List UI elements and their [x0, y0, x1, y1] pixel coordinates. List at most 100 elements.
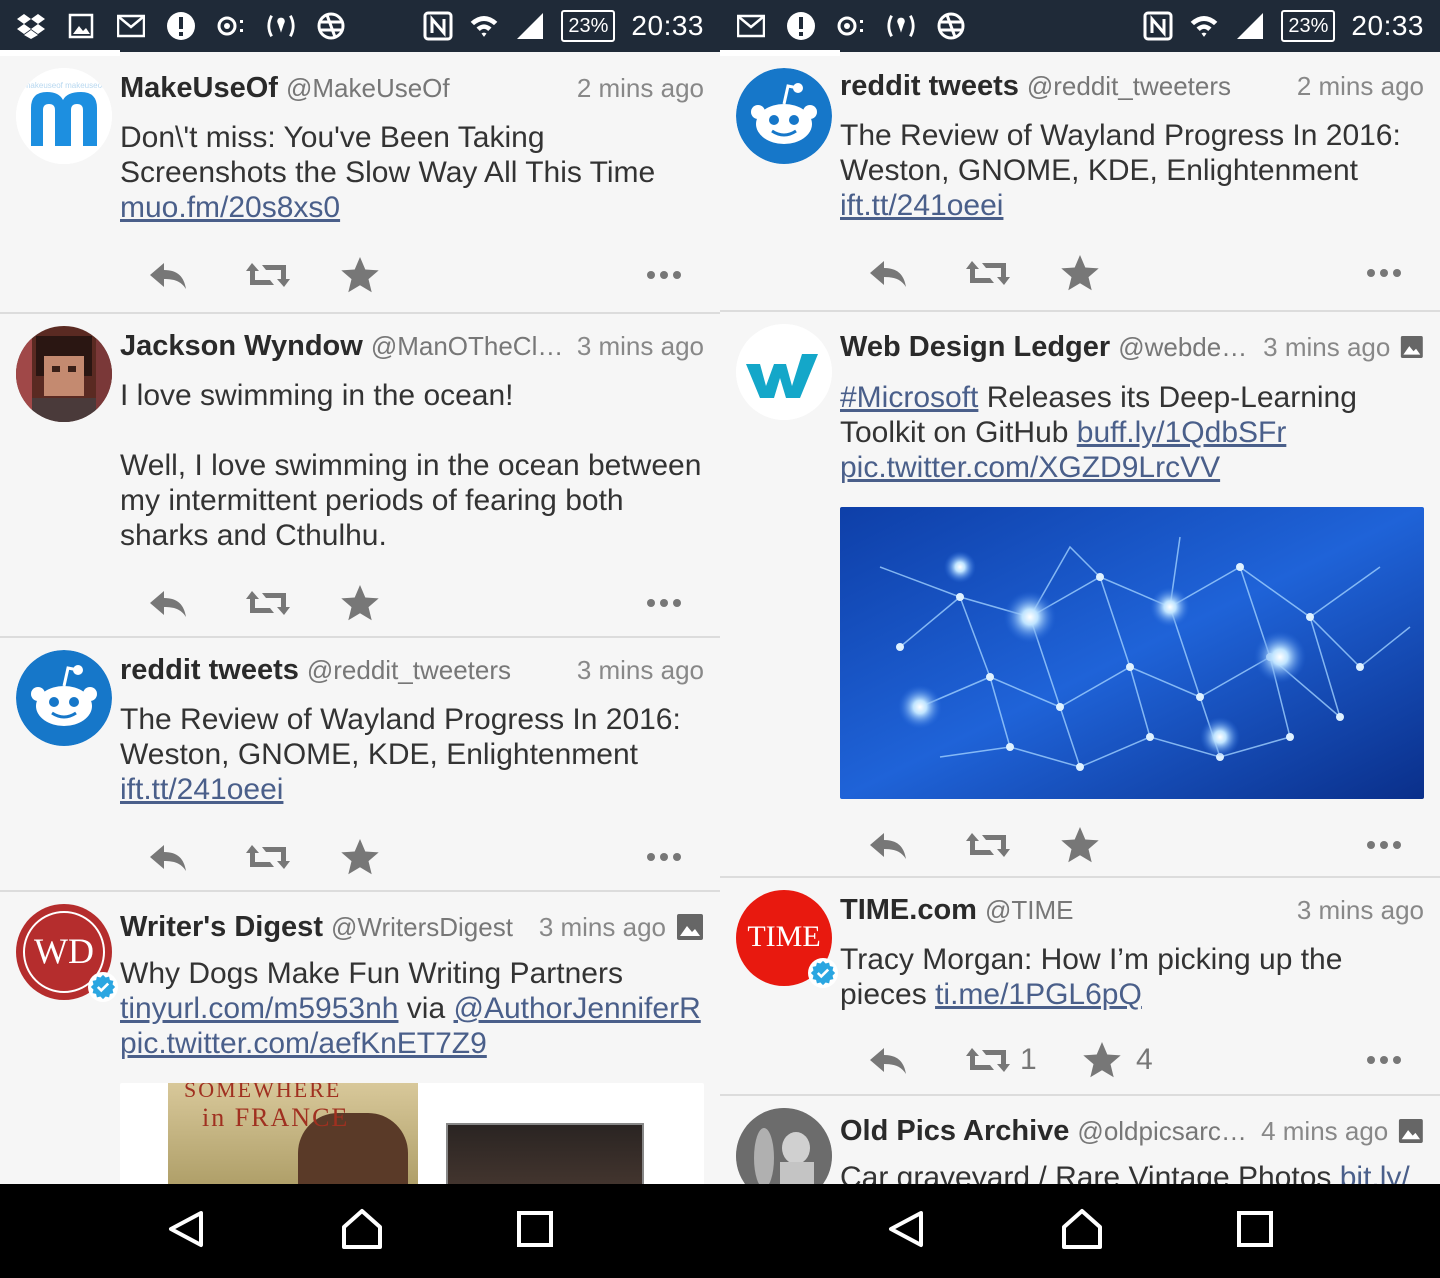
favorite-icon: [1082, 1040, 1122, 1080]
nfc-icon: [423, 11, 453, 41]
home-icon[interactable]: [340, 1207, 384, 1256]
author-handle[interactable]: @MakeUseOf: [286, 73, 450, 104]
avatar[interactable]: [736, 1108, 832, 1184]
timeline[interactable]: makeuseof makeuseof MakeUseOf @MakeUseOf…: [0, 56, 720, 1184]
author-handle[interactable]: @oldpicsarchive: [1077, 1116, 1253, 1147]
author-name[interactable]: Web Design Ledger: [840, 331, 1110, 364]
author-handle[interactable]: @webdesig…: [1118, 332, 1255, 363]
tweet-link[interactable]: tinyurl.com/m5953nh: [120, 992, 398, 1025]
neural-network-image: [840, 507, 1424, 799]
retweet-count: 1: [1020, 1043, 1037, 1076]
more-icon[interactable]: [646, 270, 682, 280]
author-name[interactable]: Writer's Digest: [120, 911, 323, 944]
reply-icon[interactable]: [148, 841, 244, 873]
favorite-button[interactable]: 4: [1082, 1040, 1200, 1080]
tweet[interactable]: Web Design Ledger @webdesig… 3 mins ago …: [720, 312, 1440, 878]
retweet-icon[interactable]: [244, 587, 340, 619]
timeline[interactable]: reddit tweets @reddit_tweeters 2 mins ag…: [720, 56, 1440, 1184]
tweet[interactable]: makeuseof makeuseof MakeUseOf @MakeUseOf…: [0, 56, 720, 314]
status-bar: 23% 20:33: [720, 0, 1440, 52]
reply-icon[interactable]: [148, 259, 244, 291]
tweet-text: The Review of Wayland Progress In 2016: …: [840, 118, 1424, 223]
author-name[interactable]: TIME.com: [840, 894, 977, 927]
author-handle[interactable]: @reddit_tweeters: [1027, 71, 1231, 102]
gallery-icon: [66, 11, 96, 41]
tweet[interactable]: reddit tweets @reddit_tweeters 2 mins ag…: [720, 56, 1440, 312]
tweet[interactable]: WD Writer's Digest @WritersDigest 3 mins…: [0, 892, 720, 1184]
verified-icon: [808, 958, 838, 988]
timestamp: 3 mins ago: [576, 655, 704, 685]
image-icon: [676, 913, 704, 941]
favorite-icon[interactable]: [340, 837, 436, 877]
tweet-actions: [120, 813, 704, 901]
avatar[interactable]: makeuseof makeuseof: [16, 68, 112, 164]
timestamp: 2 mins ago: [1296, 71, 1424, 101]
avatar[interactable]: [16, 326, 112, 422]
vpn-icon: [316, 11, 346, 41]
avatar[interactable]: [736, 68, 832, 164]
tweet-link[interactable]: buff.ly/1QdbSFr: [1077, 416, 1287, 449]
more-icon[interactable]: [1366, 268, 1402, 278]
retweet-icon[interactable]: [244, 841, 340, 873]
tweet-actions: 1 4: [840, 1016, 1424, 1104]
tweet-link[interactable]: bit.ly/: [1340, 1161, 1410, 1184]
retweet-icon[interactable]: [964, 829, 1060, 861]
reply-icon[interactable]: [868, 257, 964, 289]
tweet-body: The Review of Wayland Progress In 2016: …: [120, 703, 681, 771]
more-icon[interactable]: [1366, 1055, 1402, 1065]
tweet-actions: [840, 801, 1424, 889]
home-icon[interactable]: [1060, 1207, 1104, 1256]
tweet-link[interactable]: ift.tt/241oeei: [840, 189, 1003, 222]
author-handle[interactable]: @reddit_tweeters: [307, 655, 511, 686]
tweet-body: I love swimming in the ocean!: [120, 379, 514, 412]
tweet-link[interactable]: muo.fm/20s8xs0: [120, 191, 340, 224]
more-icon[interactable]: [646, 598, 682, 608]
avatar[interactable]: [16, 650, 112, 746]
reply-icon[interactable]: [868, 1044, 964, 1076]
retweet-icon[interactable]: [244, 259, 340, 291]
tweet-link[interactable]: ift.tt/241oeei: [120, 773, 283, 806]
more-icon[interactable]: [1366, 840, 1402, 850]
recents-icon[interactable]: [517, 1210, 554, 1252]
mention-link[interactable]: @AuthorJenniferR: [454, 992, 701, 1025]
favorite-icon[interactable]: [340, 583, 436, 623]
author-name[interactable]: reddit tweets: [120, 654, 299, 687]
retweet-icon[interactable]: [964, 257, 1060, 289]
avatar[interactable]: [736, 324, 832, 420]
tweet-link[interactable]: ti.me/1PGL6pQ: [935, 978, 1142, 1011]
tweet-media[interactable]: [840, 507, 1424, 799]
tweet-text: The Review of Wayland Progress In 2016: …: [120, 702, 704, 807]
retweet-button[interactable]: 1: [964, 1043, 1082, 1077]
nfc-icon: [1143, 11, 1173, 41]
author-handle[interactable]: @TIME: [985, 895, 1074, 926]
reply-icon[interactable]: [148, 587, 244, 619]
author-name[interactable]: Old Pics Archive: [840, 1115, 1069, 1148]
tweet-text: Tracy Morgan: How I’m picking up the pie…: [840, 942, 1424, 1012]
book-title: SOMEWHERE: [184, 1083, 342, 1102]
back-icon[interactable]: [887, 1209, 927, 1254]
tweet[interactable]: Old Pics Archive @oldpicsarchive 4 mins …: [720, 1096, 1440, 1184]
author-handle[interactable]: @WritersDigest: [331, 912, 513, 943]
tweet-actions: [120, 559, 704, 647]
hashtag-link[interactable]: #Microsoft: [840, 381, 978, 414]
recents-icon[interactable]: [1237, 1210, 1274, 1252]
media-link[interactable]: pic.twitter.com/XGZD9LrcVV: [840, 451, 1220, 484]
favorite-icon[interactable]: [340, 255, 436, 295]
favorite-icon[interactable]: [1060, 825, 1156, 865]
author-name[interactable]: reddit tweets: [840, 70, 1019, 103]
tweet[interactable]: Jackson Wyndow @ManOTheClassi… 3 mins ag…: [0, 314, 720, 638]
author-name[interactable]: MakeUseOf: [120, 72, 278, 105]
author-name[interactable]: Jackson Wyndow: [120, 330, 363, 363]
favorite-icon[interactable]: [1060, 253, 1156, 293]
more-icon[interactable]: [646, 852, 682, 862]
back-icon[interactable]: [167, 1209, 207, 1254]
media-link[interactable]: pic.twitter.com/aefKnET7Z9: [120, 1027, 487, 1060]
author-handle[interactable]: @ManOTheClassi…: [371, 331, 569, 362]
image-icon: [1400, 333, 1424, 361]
tweet-media[interactable]: SOMEWHERE in FRANCE: [120, 1083, 704, 1184]
clock: 20:33: [1351, 10, 1424, 41]
tweet[interactable]: TIME TIME.com @TIME 3 mins ago Tracy Mor…: [720, 878, 1440, 1096]
reply-icon[interactable]: [868, 829, 964, 861]
wifi-icon: [469, 11, 499, 41]
tweet[interactable]: reddit tweets @reddit_tweeters 3 mins ag…: [0, 638, 720, 892]
